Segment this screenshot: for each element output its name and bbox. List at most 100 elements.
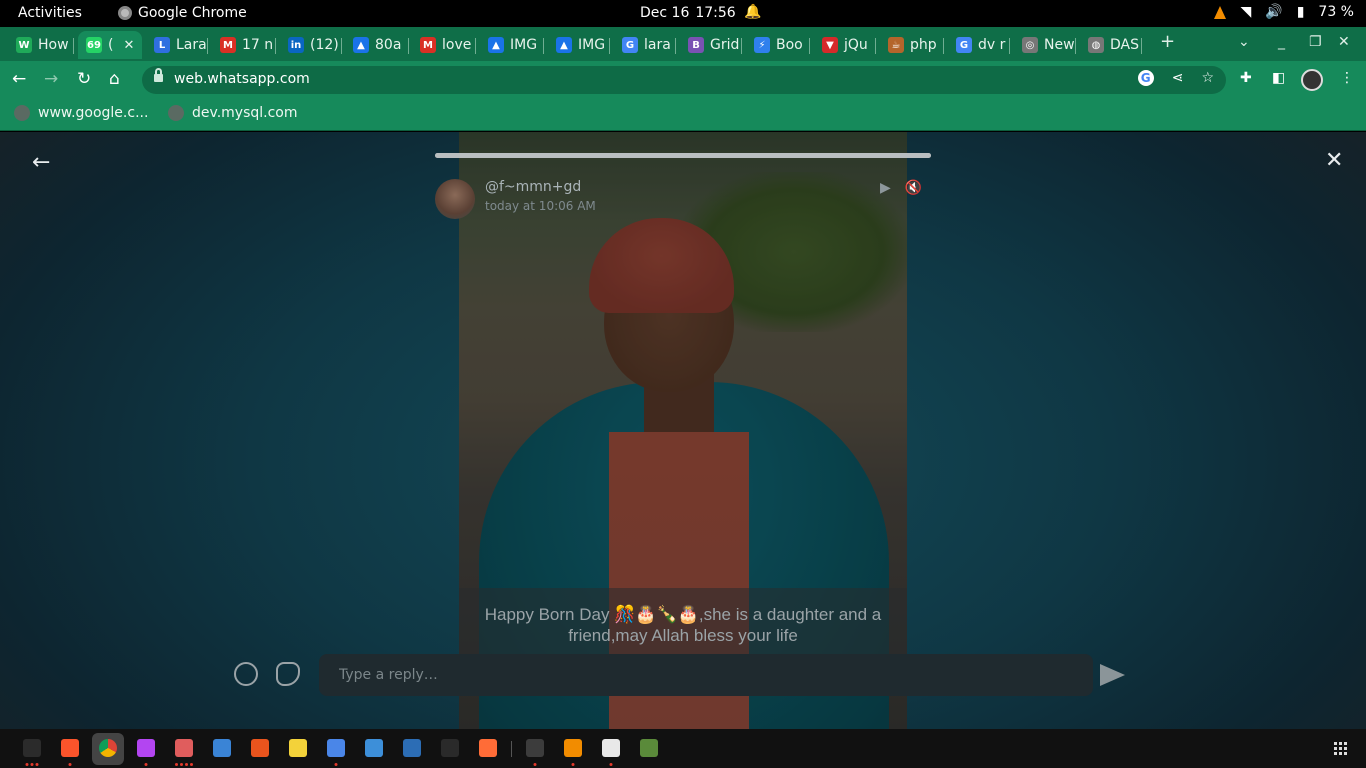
dock-vscode-icon[interactable] (403, 739, 421, 757)
dock-postman-icon[interactable] (479, 739, 497, 757)
poster-avatar[interactable] (435, 179, 475, 219)
dock-thunderbird-icon[interactable] (213, 739, 231, 757)
omnibox[interactable]: web.whatsapp.com G ⋖ ☆ (142, 66, 1226, 94)
home-icon[interactable]: ⌂ (109, 69, 120, 89)
side-panel-icon[interactable]: ◧ (1272, 70, 1285, 86)
chrome-icon (118, 6, 132, 20)
bookmark-mysql[interactable]: dev.mysql.com (168, 105, 298, 121)
restore-button[interactable]: ❐ (1309, 34, 1322, 50)
dock-terminal-icon[interactable] (23, 739, 41, 766)
window-close-button[interactable]: ✕ (1338, 34, 1350, 50)
share-icon[interactable]: ⋖ (1172, 70, 1184, 86)
tab-separator (741, 38, 742, 54)
tab-8[interactable]: ▲ IMG (548, 31, 610, 59)
dock-rhythmbox-icon[interactable] (289, 739, 307, 757)
tab-16[interactable]: ◍ DAS (1080, 31, 1142, 59)
dock-chrome-icon[interactable] (99, 739, 117, 757)
back-arrow-icon[interactable]: ← (12, 69, 26, 89)
bookmark-star-icon[interactable]: ☆ (1201, 70, 1214, 86)
tab-5[interactable]: ▲ 80a (345, 31, 409, 59)
dock-whatsapp-icon[interactable] (441, 739, 459, 757)
tab-search-icon[interactable]: ⌄ (1238, 34, 1250, 50)
dock-vlc-icon[interactable] (564, 739, 582, 766)
tab-15[interactable]: ◎ New (1014, 31, 1076, 59)
tab-separator (275, 38, 276, 54)
tab-9[interactable]: Glara (614, 31, 676, 59)
tab-favicon-icon: ◍ (1088, 37, 1104, 53)
dock-brave-icon[interactable] (61, 739, 79, 766)
reload-icon[interactable]: ↻ (77, 69, 91, 89)
activities-button[interactable]: Activities (18, 5, 82, 21)
close-icon[interactable]: ✕ (1325, 148, 1343, 173)
reply-input[interactable] (319, 654, 1093, 696)
tab-3[interactable]: M 17 n (212, 31, 276, 59)
tab-0[interactable]: W How (8, 31, 74, 59)
tab-4[interactable]: in (12) (280, 31, 342, 59)
tab-close-icon[interactable]: ✕ (123, 38, 134, 53)
browser-toolbar: ← → ↻ ⌂ web.whatsapp.com G ⋖ ☆ ✚ ◧ ⋮ (0, 61, 1366, 99)
tab-10[interactable]: B Grid (680, 31, 742, 59)
tab-favicon-icon: ☕ (888, 37, 904, 53)
minimize-button[interactable]: _ (1278, 34, 1285, 50)
play-icon[interactable]: ▶ (880, 180, 891, 196)
google-lens-icon[interactable]: G (1137, 70, 1154, 86)
dock-system-monitor-icon[interactable] (526, 739, 544, 766)
send-icon[interactable] (1100, 664, 1125, 686)
dock-help-icon[interactable] (365, 739, 383, 757)
tab-separator (1009, 38, 1010, 54)
url-text[interactable]: web.whatsapp.com (174, 71, 310, 87)
tab-favicon-icon: in (288, 37, 304, 53)
tab-11[interactable]: ⚡ Boo (746, 31, 810, 59)
dock-phpstorm-icon[interactable] (137, 739, 155, 766)
system-tray[interactable]: ◥ 🔊 ▮ 73 % (1214, 4, 1354, 20)
app-menu[interactable]: Google Chrome (118, 5, 247, 21)
tab-7[interactable]: ▲ IMG (480, 31, 544, 59)
sticker-icon[interactable] (276, 662, 300, 686)
clock[interactable]: Dec 16 17:56 (640, 5, 736, 21)
profile-avatar[interactable] (1301, 69, 1323, 91)
lock-icon[interactable] (154, 68, 163, 83)
tab-separator (675, 38, 676, 54)
dock-app-center-icon[interactable] (251, 739, 269, 757)
tab-separator (543, 38, 544, 54)
tab-separator (1141, 38, 1142, 54)
chrome-menu-icon[interactable]: ⋮ (1340, 70, 1354, 86)
back-arrow-icon[interactable]: ← (32, 150, 50, 175)
status-poster[interactable]: @f~mmn+gd today at 10:06 AM (435, 179, 596, 219)
dock-text-editor-icon[interactable] (327, 739, 345, 766)
mute-icon[interactable]: 🔇 (905, 180, 922, 196)
tab-favicon-icon: ▲ (488, 37, 504, 53)
emoji-icon[interactable] (234, 662, 258, 686)
extensions-puzzle-icon[interactable]: ✚ (1240, 70, 1252, 86)
tab-label: 80a (375, 37, 402, 53)
tab-6[interactable]: Mlove (412, 31, 476, 59)
tab-favicon-icon: B (688, 37, 704, 53)
wifi-icon: ◥ (1240, 4, 1252, 20)
battery-icon: ▮ (1296, 4, 1305, 20)
notification-bell-icon[interactable]: 🔔 (744, 4, 761, 20)
tab-favicon-icon: W (16, 37, 32, 53)
forward-arrow-icon[interactable]: → (44, 69, 58, 89)
vlc-tray-icon[interactable] (1214, 5, 1227, 19)
tab-12[interactable]: ▼ jQu (814, 31, 876, 59)
new-tab-button[interactable]: + (1160, 31, 1175, 52)
dock-notes-icon[interactable] (602, 739, 620, 766)
system-top-bar: Activities Google Chrome Dec 16 17:56 🔔 … (0, 0, 1366, 27)
time-label: 17:56 (695, 5, 736, 21)
reply-bar (0, 654, 1366, 704)
app-name: Google Chrome (138, 5, 247, 21)
bookmark-google[interactable]: www.google.c... (14, 105, 148, 121)
tab-2[interactable]: L Lara (146, 31, 208, 59)
dock-trash-icon[interactable] (640, 739, 658, 757)
tab-14[interactable]: Gdv r (948, 31, 1010, 59)
globe-icon (14, 105, 30, 121)
dock-files-icon[interactable] (175, 739, 193, 766)
tab-label: lara (644, 37, 671, 53)
tab-1[interactable]: 69 (✕ (78, 31, 142, 59)
tab-favicon-icon: M (420, 37, 436, 53)
poster-name: @f~mmn+gd (485, 179, 582, 195)
tab-label: Lara (176, 37, 207, 53)
show-apps-icon[interactable] (1334, 742, 1347, 755)
tab-favicon-icon: ▲ (353, 37, 369, 53)
tab-13[interactable]: ☕ php (880, 31, 944, 59)
